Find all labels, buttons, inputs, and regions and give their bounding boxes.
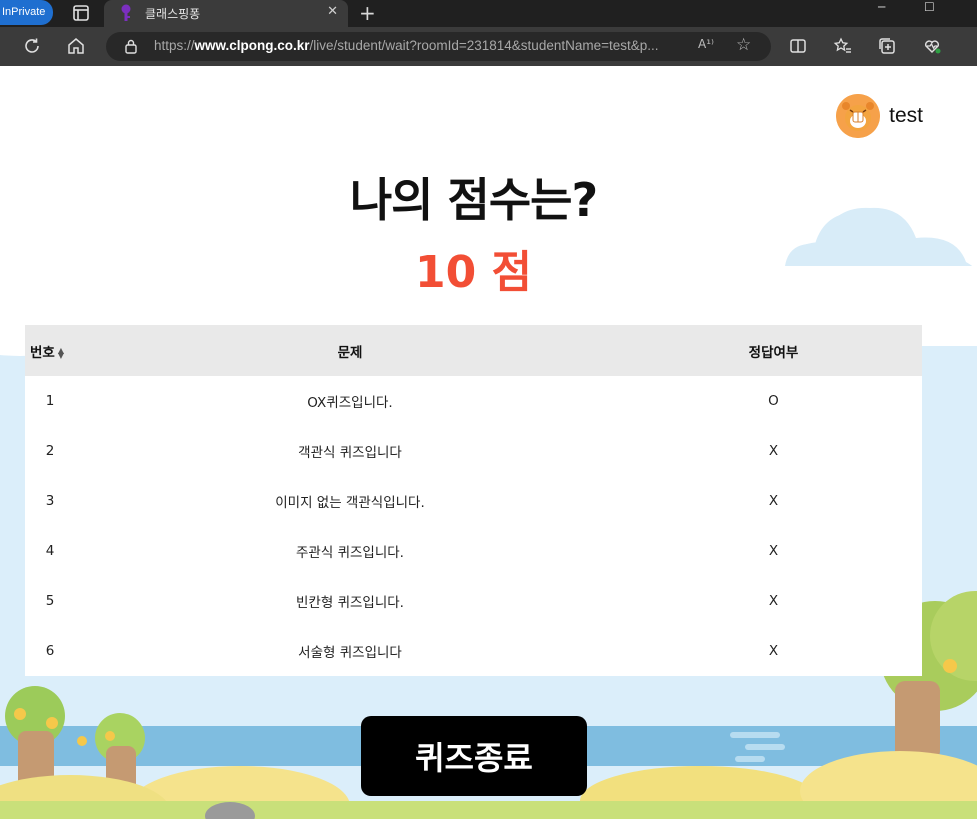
close-icon[interactable]: ✕: [327, 4, 338, 19]
row-number: 2: [45, 443, 55, 459]
tiger-avatar-icon: [836, 94, 881, 138]
end-quiz-button[interactable]: 퀴즈종료: [361, 716, 587, 796]
row-answer: X: [768, 593, 779, 609]
header-number-label: 번호: [30, 344, 55, 361]
home-icon[interactable]: [66, 36, 86, 56]
page-title: 나의 점수는?: [349, 173, 598, 227]
header-question: 문제: [337, 344, 363, 361]
score-value: 10 점: [414, 247, 533, 298]
url-text[interactable]: https://www.clpong.co.kr/live/student/wa…: [154, 38, 659, 53]
row-question: 객관식 퀴즈입니다: [298, 445, 402, 461]
table-row: 4 주관식 퀴즈입니다. X: [25, 526, 922, 576]
browser-essentials-icon[interactable]: [922, 36, 942, 56]
table-row: 5 빈칸형 퀴즈입니다. X: [25, 576, 922, 626]
row-number: 4: [45, 543, 55, 559]
inprivate-badge[interactable]: InPrivate: [0, 0, 54, 25]
row-question: 빈칸형 퀴즈입니다.: [296, 595, 404, 611]
header-correct: 정답여부: [748, 344, 799, 361]
results-table: 번호 ▲ ▼ 문제 정답여부 1 OX퀴즈입니다. O 2 객관식 퀴즈입니다 X …: [25, 325, 922, 676]
table-row: 1 OX퀴즈입니다. O: [25, 376, 922, 426]
user-name: test: [889, 104, 923, 127]
row-number: 5: [45, 593, 55, 609]
row-question: OX퀴즈입니다.: [307, 395, 393, 411]
row-question: 이미지 없는 객관식입니다.: [275, 495, 425, 511]
table-row: 6 서술형 퀴즈입니다 X: [25, 626, 922, 676]
split-screen-icon[interactable]: [788, 36, 808, 56]
table-header-row: 번호 ▲ ▼ 문제 정답여부: [25, 325, 922, 376]
quiz-result-page: test 나의 점수는? 10 점 번호 ▲ ▼ 문제 정답여부 1 OX퀴즈입니다…: [0, 66, 977, 819]
minimize-icon[interactable]: ─: [878, 0, 885, 14]
read-aloud-icon[interactable]: A¹⁾: [698, 37, 714, 51]
table-row: 3 이미지 없는 객관식입니다. X: [25, 476, 922, 526]
row-answer: X: [768, 493, 779, 509]
row-number: 1: [45, 393, 55, 409]
tab-title: 클래스핑퐁: [145, 7, 201, 21]
key-icon: [120, 4, 132, 26]
row-answer: X: [768, 543, 779, 559]
browser-toolbar: https://www.clpong.co.kr/live/student/wa…: [0, 27, 977, 66]
sort-icon[interactable]: ▲ ▼: [58, 346, 64, 359]
favorites-icon[interactable]: [833, 36, 853, 56]
window-icon[interactable]: [71, 3, 93, 23]
row-question: 서술형 퀴즈입니다: [298, 645, 402, 661]
maximize-icon[interactable]: ☐: [924, 0, 935, 14]
table-row: 2 객관식 퀴즈입니다 X: [25, 426, 922, 476]
row-number: 3: [45, 493, 55, 509]
row-answer: O: [768, 393, 779, 409]
tab-classpingpong[interactable]: 클래스핑퐁 ✕: [104, 0, 348, 27]
star-icon[interactable]: ☆: [736, 35, 751, 55]
lock-icon[interactable]: [124, 39, 138, 58]
refresh-icon[interactable]: [22, 36, 42, 56]
browser-tab-bar: InPrivate 클래스핑퐁 ✕ + ─ ☐: [0, 0, 977, 27]
collections-icon[interactable]: [877, 36, 897, 56]
header-number[interactable]: 번호 ▲ ▼: [25, 325, 75, 376]
row-question: 주관식 퀴즈입니다.: [296, 545, 404, 561]
row-answer: X: [768, 443, 779, 459]
plus-icon[interactable]: +: [359, 1, 376, 25]
user-profile[interactable]: test: [836, 94, 923, 138]
address-bar[interactable]: https://www.clpong.co.kr/live/student/wa…: [106, 32, 771, 61]
row-number: 6: [45, 643, 55, 659]
row-answer: X: [768, 643, 779, 659]
